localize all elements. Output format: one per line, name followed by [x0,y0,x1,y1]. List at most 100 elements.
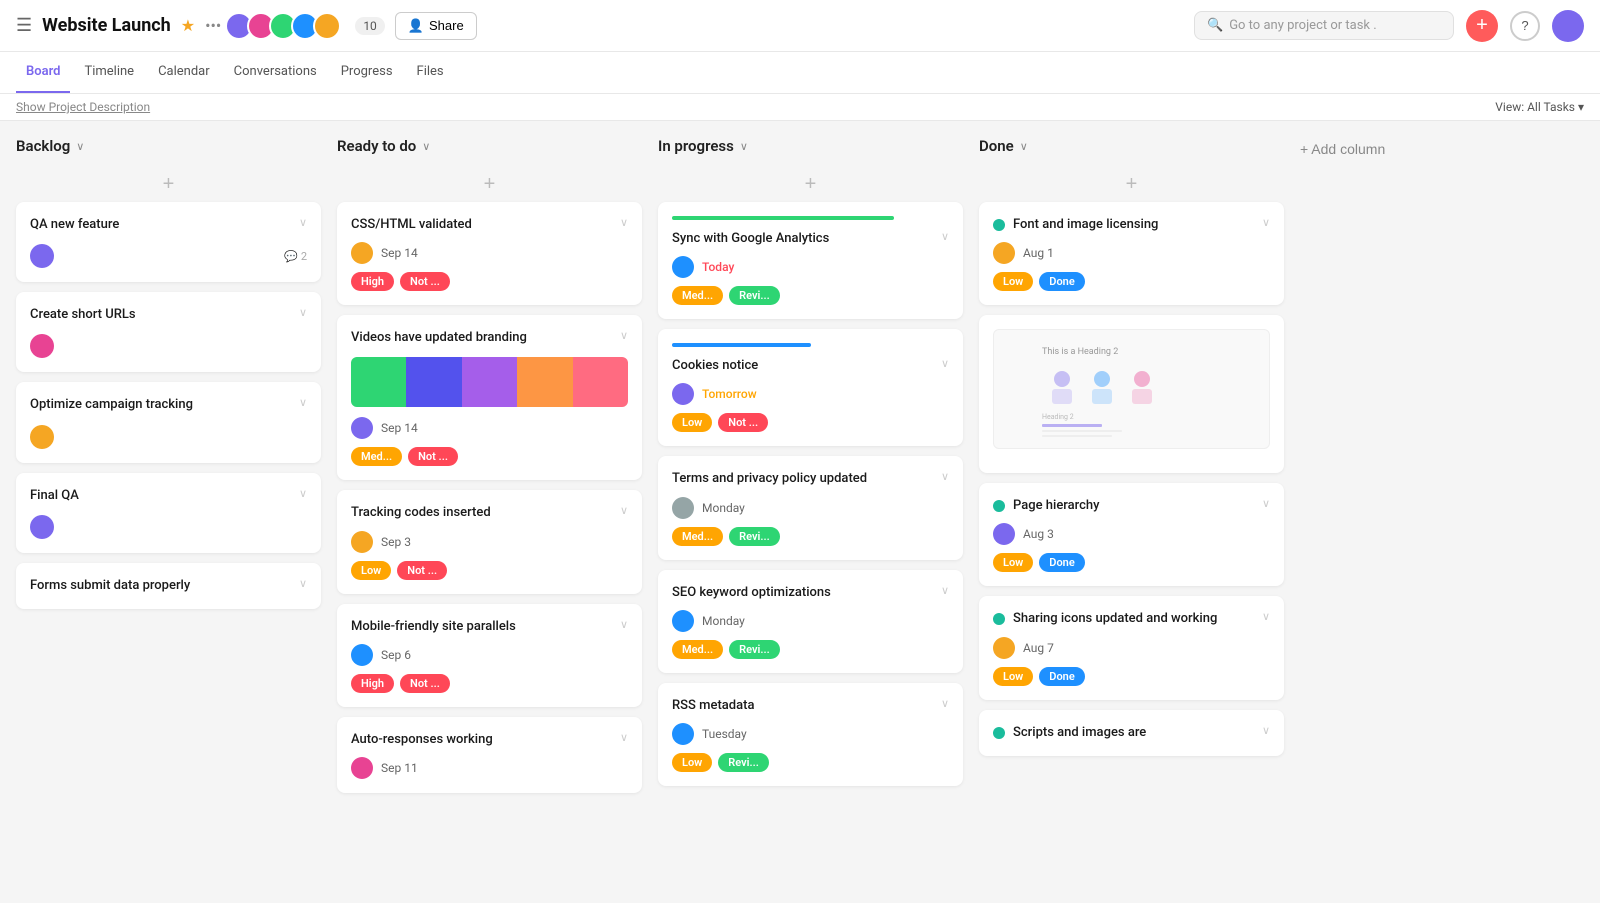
grad-5 [573,357,628,407]
card-title: RSS metadata [672,697,933,715]
header-left: ☰ Website Launch ★ ••• 10 👤 Share [16,12,477,40]
show-project-description[interactable]: Show Project Description [16,100,150,114]
card-preview[interactable]: This is a Heading 2 Heading 2 [979,315,1284,473]
card-font-licensing[interactable]: Font and image licensing ∨ Aug 1 Low Don… [979,202,1284,305]
add-column-button[interactable]: + Add column [1300,137,1385,161]
tab-progress[interactable]: Progress [331,52,403,93]
card-rss-metadata[interactable]: RSS metadata ∨ Tuesday Low Revi... [658,683,963,786]
column-done-title: Done [979,137,1014,155]
add-card-backlog-button[interactable]: + [16,167,321,202]
badge-not: Not ... [400,674,450,693]
badge-low: Low [993,553,1033,572]
star-icon[interactable]: ★ [181,16,195,35]
badge-med: Med... [672,286,723,305]
grad-1 [351,357,406,407]
header-right: 🔍 Go to any project or task . + ? [1194,10,1584,42]
tab-conversations[interactable]: Conversations [224,52,327,93]
tab-files[interactable]: Files [407,52,454,93]
card-badges: Low Done [993,667,1270,686]
card-chevron: ∨ [1262,497,1270,510]
search-placeholder: Go to any project or task . [1229,18,1376,33]
card-create-short-urls[interactable]: Create short URLs ∨ [16,292,321,372]
card-header: Final QA ∨ [30,487,307,505]
tab-timeline[interactable]: Timeline [74,52,144,93]
card-title: Create short URLs [30,306,291,324]
add-card-inprogress-button[interactable]: + [658,167,963,202]
card-avatar [351,757,373,779]
card-scripts-images[interactable]: Scripts and images are ∨ [979,710,1284,756]
card-footer [30,425,307,449]
column-backlog-chevron[interactable]: ∨ [76,140,84,153]
title-with-dot: Scripts and images are [993,724,1254,742]
search-bar[interactable]: 🔍 Go to any project or task . [1194,11,1454,40]
more-options-icon[interactable]: ••• [205,16,221,35]
card-footer: 💬2 [30,244,307,268]
card-header: Tracking codes inserted ∨ [351,504,628,522]
badge-not: Not ... [408,447,458,466]
card-sharing-icons[interactable]: Sharing icons updated and working ∨ Aug … [979,596,1284,699]
card-badges: Low Done [993,272,1270,291]
card-final-qa[interactable]: Final QA ∨ [16,473,321,553]
card-title: Videos have updated branding [351,329,612,347]
card-date-row: Sep 14 [351,242,628,264]
card-chevron: ∨ [620,216,628,229]
add-card-ready-button[interactable]: + [337,167,642,202]
add-column-area: + Add column [1300,137,1460,887]
add-button[interactable]: + [1466,10,1498,42]
card-videos-branding[interactable]: Videos have updated branding ∨ Sep 14 Me… [337,315,642,480]
card-chevron: ∨ [941,697,949,710]
card-terms-privacy[interactable]: Terms and privacy policy updated ∨ Monda… [658,456,963,559]
progress-bar-blue [672,343,811,347]
badge-not: Not ... [397,561,447,580]
view-all-tasks[interactable]: View: All Tasks ▾ [1495,100,1584,114]
badge-med: Med... [351,447,402,466]
card-badges: Low Done [993,553,1270,572]
card-header: Cookies notice ∨ [672,357,949,375]
card-forms-submit[interactable]: Forms submit data properly ∨ [16,563,321,609]
tab-calendar[interactable]: Calendar [148,52,220,93]
title-with-dot: Font and image licensing [993,216,1158,234]
teal-dot-icon [993,500,1005,512]
card-date-row: Sep 3 [351,531,628,553]
card-sync-analytics[interactable]: Sync with Google Analytics ∨ Today Med..… [658,202,963,319]
share-button[interactable]: 👤 Share [395,12,477,40]
card-page-hierarchy[interactable]: Page hierarchy ∨ Aug 3 Low Done [979,483,1284,586]
card-tracking-codes[interactable]: Tracking codes inserted ∨ Sep 3 Low Not … [337,490,642,593]
card-title: Sharing icons updated and working [1013,610,1254,628]
add-card-done-button[interactable]: + [979,167,1284,202]
card-date-row: Sep 6 [351,644,628,666]
tab-board[interactable]: Board [16,52,70,93]
user-avatar[interactable] [1552,10,1584,42]
column-inprogress: In progress ∨ + Sync with Google Analyti… [658,137,963,887]
card-date: Aug 7 [1023,641,1054,655]
card-auto-responses[interactable]: Auto-responses working ∨ Sep 11 [337,717,642,793]
card-cookies-notice[interactable]: Cookies notice ∨ Tomorrow Low Not ... [658,329,963,446]
card-chevron: ∨ [941,230,949,243]
card-seo-keywords[interactable]: SEO keyword optimizations ∨ Monday Med..… [658,570,963,673]
card-avatar [351,644,373,666]
card-avatar [30,425,54,449]
card-date-row: Aug 1 [993,242,1270,264]
card-mobile-friendly[interactable]: Mobile-friendly site parallels ∨ Sep 6 H… [337,604,642,707]
column-inprogress-chevron[interactable]: ∨ [740,140,748,153]
card-date: Monday [702,614,745,628]
card-title: Terms and privacy policy updated [672,470,933,488]
card-qa-new-feature[interactable]: QA new feature ∨ 💬2 [16,202,321,282]
column-backlog: Backlog ∨ + QA new feature ∨ 💬2 Create s… [16,137,321,887]
column-ready-chevron[interactable]: ∨ [422,140,430,153]
card-title: Scripts and images are [1013,724,1254,742]
help-button[interactable]: ? [1510,11,1540,41]
card-chevron: ∨ [299,216,307,229]
card-chevron: ∨ [1262,216,1270,229]
card-date-row: Aug 7 [993,637,1270,659]
badge-not: Not ... [718,413,768,432]
column-done-chevron[interactable]: ∨ [1020,140,1028,153]
hamburger-icon[interactable]: ☰ [16,15,32,36]
badge-low: Low [351,561,391,580]
card-chevron: ∨ [299,577,307,590]
card-badges: Low Not ... [351,561,628,580]
grad-4 [517,357,572,407]
card-avatar [30,515,54,539]
card-optimize-campaign[interactable]: Optimize campaign tracking ∨ [16,382,321,462]
card-css-html[interactable]: CSS/HTML validated ∨ Sep 14 High Not ... [337,202,642,305]
